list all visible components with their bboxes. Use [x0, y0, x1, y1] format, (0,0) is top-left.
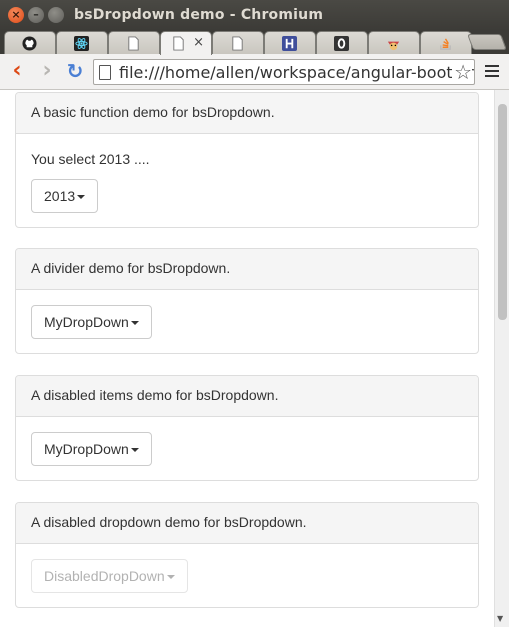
- caret-down-icon: [130, 448, 139, 453]
- new-tab-button[interactable]: [467, 34, 507, 50]
- page-content: A basic function demo for bsDropdown. Yo…: [0, 90, 509, 627]
- dropdown-label: 2013: [44, 188, 76, 204]
- address-bar[interactable]: file:///home/allen/workspace/angular-boo…: [93, 59, 475, 85]
- selection-text: You select 2013 ....: [31, 151, 150, 167]
- menu-icon[interactable]: [485, 65, 499, 80]
- dropdown-label: DisabledDropDown: [44, 568, 165, 584]
- caret-down-icon: [130, 321, 139, 326]
- tab-page-2[interactable]: [212, 31, 264, 54]
- panel-heading: A disabled items demo for bsDropdown.: [16, 376, 478, 417]
- panel-disabled-dropdown: A disabled dropdown demo for bsDropdown.…: [15, 502, 479, 608]
- dropdown-label: MyDropDown: [44, 441, 129, 457]
- dropdown-label: MyDropDown: [44, 314, 129, 330]
- tab-hyper[interactable]: [264, 31, 316, 54]
- caret-down-icon: [166, 575, 175, 580]
- page-icon: [230, 36, 245, 51]
- divider-dropdown-button[interactable]: MyDropDown: [31, 305, 152, 339]
- vertical-scrollbar[interactable]: ▼: [494, 90, 509, 627]
- url-text[interactable]: file:///home/allen/workspace/angular-boo…: [119, 63, 474, 82]
- scrollbar-thumb[interactable]: [498, 104, 507, 320]
- panel-body: MyDropDown: [16, 290, 478, 354]
- panel-heading: A basic function demo for bsDropdown.: [16, 93, 478, 134]
- tab-stack[interactable]: [420, 31, 472, 54]
- close-window-button[interactable]: ×: [8, 7, 24, 23]
- tab-react[interactable]: [56, 31, 108, 54]
- tab-mascot[interactable]: [368, 31, 420, 54]
- scroll-down-arrow-icon[interactable]: ▼: [497, 614, 503, 623]
- stack-icon: [438, 36, 453, 51]
- browser-toolbar: ‹ › ↻ file:///home/allen/workspace/angul…: [0, 54, 509, 90]
- tab-github[interactable]: [4, 31, 56, 54]
- caret-down-icon: [77, 195, 86, 200]
- title-bar: × – bsDropdown demo - Chromium: [0, 0, 509, 30]
- panel-body: DisabledDropDown: [16, 544, 478, 608]
- reload-button[interactable]: ↻: [64, 60, 86, 82]
- page-icon: [126, 36, 141, 51]
- tab-strip: ×: [0, 30, 509, 55]
- tab-page-1[interactable]: [108, 31, 160, 54]
- panel-body: You select 2013 .... 2013: [16, 134, 478, 228]
- year-dropdown-button[interactable]: 2013: [31, 179, 99, 213]
- hyper-icon: [282, 36, 297, 51]
- window-title: bsDropdown demo - Chromium: [74, 7, 324, 23]
- tab-active[interactable]: ×: [160, 31, 212, 55]
- maximize-window-button[interactable]: [48, 7, 64, 23]
- minimize-window-button[interactable]: –: [28, 7, 44, 23]
- github-icon: [22, 36, 37, 51]
- panel-body: MyDropDown: [16, 417, 478, 481]
- page-icon: [171, 36, 186, 51]
- mascot-icon: [386, 36, 401, 51]
- react-icon: [74, 36, 89, 51]
- panel-divider: A divider demo for bsDropdown. MyDropDow…: [15, 248, 479, 354]
- page-icon: [99, 65, 111, 80]
- bookmark-star-icon[interactable]: ☆: [452, 60, 472, 84]
- tab-o[interactable]: [316, 31, 368, 54]
- disabled-dropdown-button: DisabledDropDown: [31, 559, 188, 593]
- close-tab-icon[interactable]: ×: [193, 35, 204, 50]
- panel-disabled-items: A disabled items demo for bsDropdown. My…: [15, 375, 479, 481]
- panel-heading: A divider demo for bsDropdown.: [16, 249, 478, 290]
- o-icon: [334, 36, 349, 51]
- panel-basic: A basic function demo for bsDropdown. Yo…: [15, 92, 479, 228]
- back-button[interactable]: ‹: [6, 60, 28, 82]
- disabled-items-dropdown-button[interactable]: MyDropDown: [31, 432, 152, 466]
- panel-heading: A disabled dropdown demo for bsDropdown.: [16, 503, 478, 544]
- forward-button[interactable]: ›: [36, 60, 58, 82]
